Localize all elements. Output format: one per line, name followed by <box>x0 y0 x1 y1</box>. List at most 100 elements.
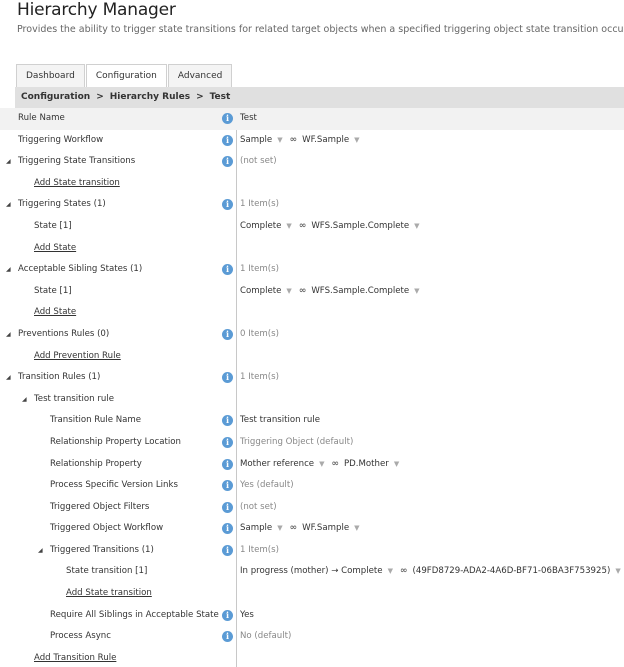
dropdown-arrow-icon[interactable]: ▼ <box>286 216 291 238</box>
rule-name-value[interactable]: Test <box>240 108 257 130</box>
row-test-transition-rule: ◢ Test transition rule <box>0 389 624 411</box>
dropdown-arrow-icon[interactable]: ▼ <box>354 130 359 152</box>
row-triggered-object-workflow: Triggered Object Workflow i Sample ▼ ∞ WF.S… <box>0 518 624 540</box>
info-icon[interactable]: i <box>222 523 233 535</box>
value-text: Mother reference <box>240 458 315 469</box>
add-state-transition-link[interactable]: Add State transition <box>66 583 152 605</box>
add-transition-rule-link[interactable]: Add Transition Rule <box>34 648 116 667</box>
row-label: Triggered Object Workflow <box>50 523 164 534</box>
info-icon[interactable]: i <box>222 372 233 384</box>
value-code: WFS.Sample.Complete <box>311 220 410 231</box>
row-relationship-property-location: Relationship Property Location i Trigger… <box>0 432 624 454</box>
dropdown-arrow-icon[interactable]: ▼ <box>414 216 419 238</box>
info-icon[interactable]: i <box>222 436 233 448</box>
tab-bar: Dashboard Configuration Advanced <box>16 64 233 88</box>
dropdown-arrow-icon[interactable]: ▼ <box>319 454 324 476</box>
collapse-triangle-icon[interactable]: ◢ <box>6 259 11 281</box>
state-value[interactable]: Complete ▼ ∞ WFS.Sample.Complete ▼ <box>240 216 423 238</box>
dropdown-arrow-icon[interactable]: ▼ <box>286 281 291 303</box>
info-icon[interactable]: i <box>222 544 233 556</box>
info-icon[interactable]: i <box>222 156 233 168</box>
row-triggered-object-filters: Triggered Object Filters i (not set) <box>0 497 624 519</box>
breadcrumb-configuration[interactable]: Configuration <box>21 92 90 102</box>
value-text: In progress (mother) → Complete <box>240 566 383 577</box>
collapse-triangle-icon[interactable]: ◢ <box>22 389 27 411</box>
value-text: 1 Item(s) <box>240 199 279 210</box>
dropdown-arrow-icon[interactable]: ▼ <box>277 130 282 152</box>
info-icon[interactable]: i <box>222 480 233 492</box>
value-code: WF.Sample <box>302 134 350 145</box>
dropdown-arrow-icon[interactable]: ▼ <box>615 561 620 583</box>
row-label: Process Specific Version Links <box>50 480 178 491</box>
info-icon[interactable]: i <box>222 134 233 146</box>
breadcrumb-test: Test <box>209 92 231 102</box>
row-require-all-siblings: Require All Siblings in Acceptable State… <box>0 605 624 627</box>
row-state-transition-1: State transition [1] In progress (mother… <box>0 561 624 583</box>
value-text: Sample <box>240 523 273 534</box>
info-icon[interactable]: i <box>222 328 233 340</box>
value-code: WFS.Sample.Complete <box>311 285 410 296</box>
link-icon: ∞ <box>400 566 408 577</box>
info-icon[interactable]: i <box>222 501 233 513</box>
row-triggering-states: ◢ Triggering States (1) i 1 Item(s) <box>0 194 624 216</box>
add-state-transition-link[interactable]: Add State transition <box>34 173 120 195</box>
add-prevention-rule-link[interactable]: Add Prevention Rule <box>34 346 121 368</box>
value-text: Test <box>240 113 257 123</box>
row-add-state: Add State <box>0 302 624 324</box>
page-title: Hierarchy Manager <box>17 0 176 20</box>
info-icon[interactable]: i <box>222 264 233 276</box>
info-icon[interactable]: i <box>222 113 233 124</box>
tab-dashboard[interactable]: Dashboard <box>16 64 85 87</box>
row-label: Acceptable Sibling States (1) <box>18 264 143 275</box>
breadcrumb-separator: > <box>196 92 204 102</box>
state-transition-value[interactable]: In progress (mother) → Complete ▼ ∞ (49FD87… <box>240 561 624 583</box>
value-code: WF.Sample <box>302 523 350 534</box>
value-text: 1 Item(s) <box>240 372 279 383</box>
value-text[interactable]: No (default) <box>240 626 291 648</box>
row-sibling-state-1: State [1] Complete ▼ ∞ WFS.Sample.Complete ▼ <box>0 281 624 303</box>
dropdown-arrow-icon[interactable]: ▼ <box>394 454 399 476</box>
value-text[interactable]: Triggering Object (default) <box>240 432 353 454</box>
page-subtitle: Provides the ability to trigger state tr… <box>17 24 624 35</box>
value-text[interactable]: Yes (default) <box>240 475 294 497</box>
value-text[interactable]: Test transition rule <box>240 410 320 432</box>
triggering-workflow-value[interactable]: Sample ▼ ∞ WF.Sample ▼ <box>240 130 363 152</box>
dropdown-arrow-icon[interactable]: ▼ <box>277 518 282 540</box>
add-state-link[interactable]: Add State <box>34 302 76 324</box>
row-acceptable-sibling-states: ◢ Acceptable Sibling States (1) i 1 Item… <box>0 259 624 281</box>
row-label: Preventions Rules (0) <box>18 328 110 339</box>
collapse-triangle-icon[interactable]: ◢ <box>6 367 11 389</box>
value-text: 1 Item(s) <box>240 264 279 275</box>
info-icon[interactable]: i <box>222 609 233 621</box>
info-icon[interactable]: i <box>222 415 233 427</box>
row-label: State [1] <box>34 285 72 296</box>
row-add-state-transition-nested: Add State transition <box>0 583 624 605</box>
info-icon[interactable]: i <box>222 631 233 643</box>
relationship-property-value[interactable]: Mother reference ▼ ∞ PD.Mother ▼ <box>240 454 402 476</box>
state-value[interactable]: Complete ▼ ∞ WFS.Sample.Complete ▼ <box>240 281 423 303</box>
row-triggering-workflow: Triggering Workflow i Sample ▼ ∞ WF.Sample ▼ <box>0 130 624 152</box>
row-label: Triggered Transitions (1) <box>50 544 154 555</box>
row-add-state: Add State <box>0 238 624 260</box>
value-text[interactable]: Yes <box>240 605 254 627</box>
breadcrumb-hierarchy-rules[interactable]: Hierarchy Rules <box>110 92 190 102</box>
link-icon: ∞ <box>298 220 307 231</box>
info-icon[interactable]: i <box>222 458 233 470</box>
dropdown-arrow-icon[interactable]: ▼ <box>354 518 359 540</box>
tab-configuration[interactable]: Configuration <box>85 64 167 88</box>
info-icon[interactable]: i <box>222 199 233 211</box>
row-label: State [1] <box>34 220 72 231</box>
tab-advanced[interactable]: Advanced <box>167 64 233 87</box>
add-state-link[interactable]: Add State <box>34 238 76 260</box>
collapse-triangle-icon[interactable]: ◢ <box>38 540 43 562</box>
row-triggered-transitions: ◢ Triggered Transitions (1) i 1 Item(s) <box>0 540 624 562</box>
triggered-object-workflow-value[interactable]: Sample ▼ ∞ WF.Sample ▼ <box>240 518 363 540</box>
value-text: Complete <box>240 285 282 296</box>
link-icon: ∞ <box>289 134 298 145</box>
collapse-triangle-icon[interactable]: ◢ <box>6 194 11 216</box>
value-text[interactable]: (not set) <box>240 497 277 519</box>
collapse-triangle-icon[interactable]: ◢ <box>6 151 11 173</box>
collapse-triangle-icon[interactable]: ◢ <box>6 324 11 346</box>
dropdown-arrow-icon[interactable]: ▼ <box>414 281 419 303</box>
dropdown-arrow-icon[interactable]: ▼ <box>388 561 393 583</box>
